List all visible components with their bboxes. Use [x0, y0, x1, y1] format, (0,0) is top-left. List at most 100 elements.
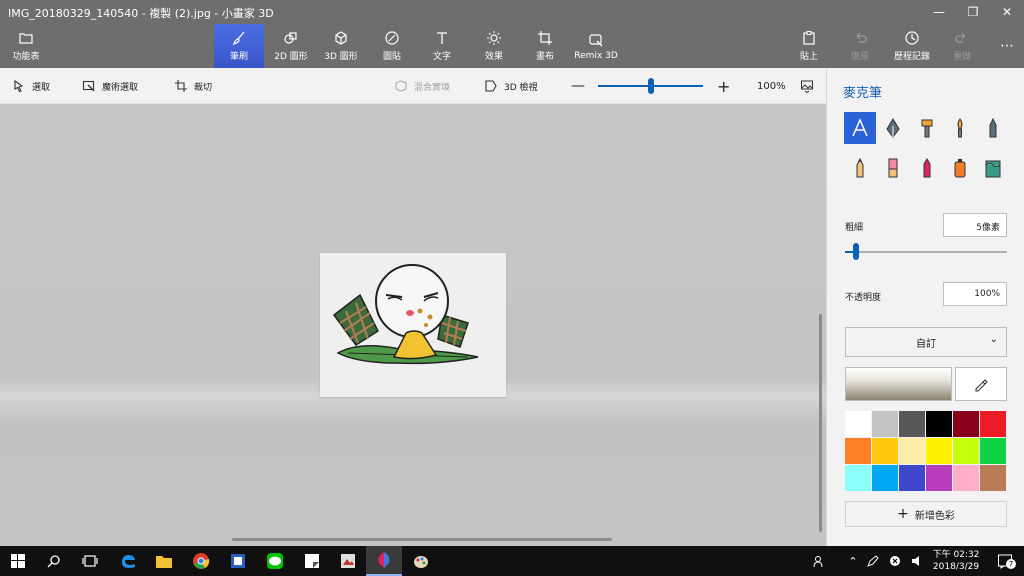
zoom-out-button[interactable]: —	[571, 68, 585, 104]
pencil-icon	[856, 157, 864, 178]
minimize-button[interactable]: —	[922, 0, 956, 24]
window-title: IMG_20180329_140540 - 複製 (2).jpg - 小畫家 3…	[8, 7, 274, 20]
tab-stickers[interactable]: 圖貼	[368, 24, 416, 68]
thickness-slider-track[interactable]	[845, 251, 1007, 253]
action-center-button[interactable]: 7	[990, 546, 1020, 576]
eraser-tool[interactable]	[877, 152, 909, 184]
zoom-value: 100%	[757, 80, 786, 92]
close-button[interactable]: ✕	[990, 0, 1024, 24]
select-button[interactable]: 選取	[12, 68, 50, 104]
opacity-input[interactable]: 100%	[943, 282, 1007, 306]
tab-text[interactable]: 文字	[418, 24, 466, 68]
drawing-canvas[interactable]	[320, 253, 506, 397]
thickness-slider-thumb[interactable]	[853, 243, 860, 260]
pointer-icon	[14, 79, 24, 93]
color-swatch[interactable]	[980, 411, 1006, 437]
color-swatch[interactable]	[845, 465, 871, 491]
oil-brush-tool[interactable]	[911, 112, 943, 144]
eyedropper-button[interactable]	[955, 367, 1007, 401]
tab-canvas[interactable]: 畫布	[521, 24, 569, 68]
menu-button[interactable]: 功能表	[0, 24, 52, 68]
color-swatch[interactable]	[953, 438, 979, 464]
tab-remix-3d[interactable]: Remix 3D	[572, 24, 620, 68]
zoom-slider-thumb[interactable]	[647, 78, 654, 94]
vertical-scrollbar[interactable]	[819, 314, 822, 532]
image-view-button[interactable]	[800, 68, 814, 104]
color-swatch[interactable]	[872, 465, 898, 491]
clock-date: 2018/3/29	[932, 562, 980, 572]
redo-button[interactable]: 重做	[940, 24, 984, 68]
fill-bucket-tool[interactable]	[977, 152, 1009, 184]
pen-workspace-button[interactable]	[862, 546, 884, 576]
opacity-label: 不透明度	[845, 293, 882, 303]
search-button[interactable]	[36, 546, 72, 576]
more-options-button[interactable]: ⋯	[990, 24, 1024, 68]
spray-can-tool[interactable]	[944, 152, 976, 184]
edge-app[interactable]	[110, 546, 146, 576]
paste-button[interactable]: 貼上	[786, 24, 832, 68]
network-status[interactable]	[884, 546, 906, 576]
paint-app[interactable]	[403, 546, 439, 576]
start-button[interactable]	[0, 546, 36, 576]
zoom-in-button[interactable]: +	[717, 68, 730, 104]
file-explorer-app[interactable]	[146, 546, 182, 576]
canvas-area[interactable]	[0, 104, 826, 546]
crayon-icon	[923, 158, 931, 178]
word-app[interactable]	[220, 546, 256, 576]
watercolor-tool[interactable]	[944, 112, 976, 144]
color-swatch[interactable]	[872, 438, 898, 464]
volume-button[interactable]	[906, 546, 928, 576]
history-button[interactable]: 歷程記錄	[888, 24, 936, 68]
color-swatch[interactable]	[845, 438, 871, 464]
people-button[interactable]	[808, 546, 832, 576]
color-swatch[interactable]	[953, 411, 979, 437]
crayon-tool[interactable]	[911, 152, 943, 184]
more-icon: ⋯	[1000, 38, 1014, 54]
chrome-app[interactable]	[183, 546, 219, 576]
color-swatch[interactable]	[845, 411, 871, 437]
color-mode-dropdown[interactable]: 自訂 ⌄	[845, 327, 1007, 357]
sticky-notes-app[interactable]	[294, 546, 330, 576]
mixed-reality-icon	[395, 80, 407, 92]
tab-effects[interactable]: 效果	[470, 24, 518, 68]
color-swatch[interactable]	[980, 465, 1006, 491]
calligraphy-pen-icon	[886, 118, 900, 138]
view-3d-button[interactable]: 3D 檢視	[484, 68, 538, 104]
thickness-input[interactable]: 5像素	[943, 213, 1007, 237]
line-icon	[267, 553, 283, 569]
clock[interactable]: 下午 02:32 2018/3/29	[930, 549, 982, 573]
photos-editor-app[interactable]	[330, 546, 366, 576]
color-swatch[interactable]	[899, 438, 925, 464]
shapes-2d-icon	[284, 32, 297, 44]
marker-tool[interactable]	[844, 112, 876, 144]
undo-button[interactable]: 復原	[838, 24, 882, 68]
color-swatch[interactable]	[953, 465, 979, 491]
color-swatch[interactable]	[926, 411, 952, 437]
color-swatch[interactable]	[926, 438, 952, 464]
tab-2d-shapes[interactable]: 2D 圖形	[266, 24, 316, 68]
tray-expand-button[interactable]: ⌃	[842, 546, 864, 576]
paint-3d-app[interactable]	[366, 546, 402, 576]
mixed-reality-button[interactable]: 混合實境	[394, 68, 450, 104]
pencil-tool[interactable]	[844, 152, 876, 184]
calligraphy-pen-tool[interactable]	[877, 112, 909, 144]
task-view-button[interactable]	[72, 546, 108, 576]
crop-button[interactable]: 裁切	[174, 68, 212, 104]
current-color-preview[interactable]	[845, 367, 952, 401]
tab-3d-shapes[interactable]: 3D 圖形	[316, 24, 366, 68]
maximize-button[interactable]: ❐	[956, 0, 990, 24]
color-swatch[interactable]	[926, 465, 952, 491]
pixel-pen-tool[interactable]	[977, 112, 1009, 144]
paint-palette-icon	[414, 556, 428, 568]
tab-brushes[interactable]: 筆刷	[214, 24, 264, 68]
color-swatch[interactable]	[899, 411, 925, 437]
magic-select-label: 魔術選取	[102, 82, 139, 93]
color-swatch[interactable]	[980, 438, 1006, 464]
color-swatch[interactable]	[899, 465, 925, 491]
add-color-button[interactable]: + 新增色彩	[845, 501, 1007, 527]
horizontal-scrollbar[interactable]	[232, 538, 612, 541]
color-swatch[interactable]	[872, 411, 898, 437]
line-app[interactable]	[257, 546, 293, 576]
magic-select-button[interactable]: 魔術選取	[82, 68, 138, 104]
canvas-crop-icon	[538, 31, 552, 45]
